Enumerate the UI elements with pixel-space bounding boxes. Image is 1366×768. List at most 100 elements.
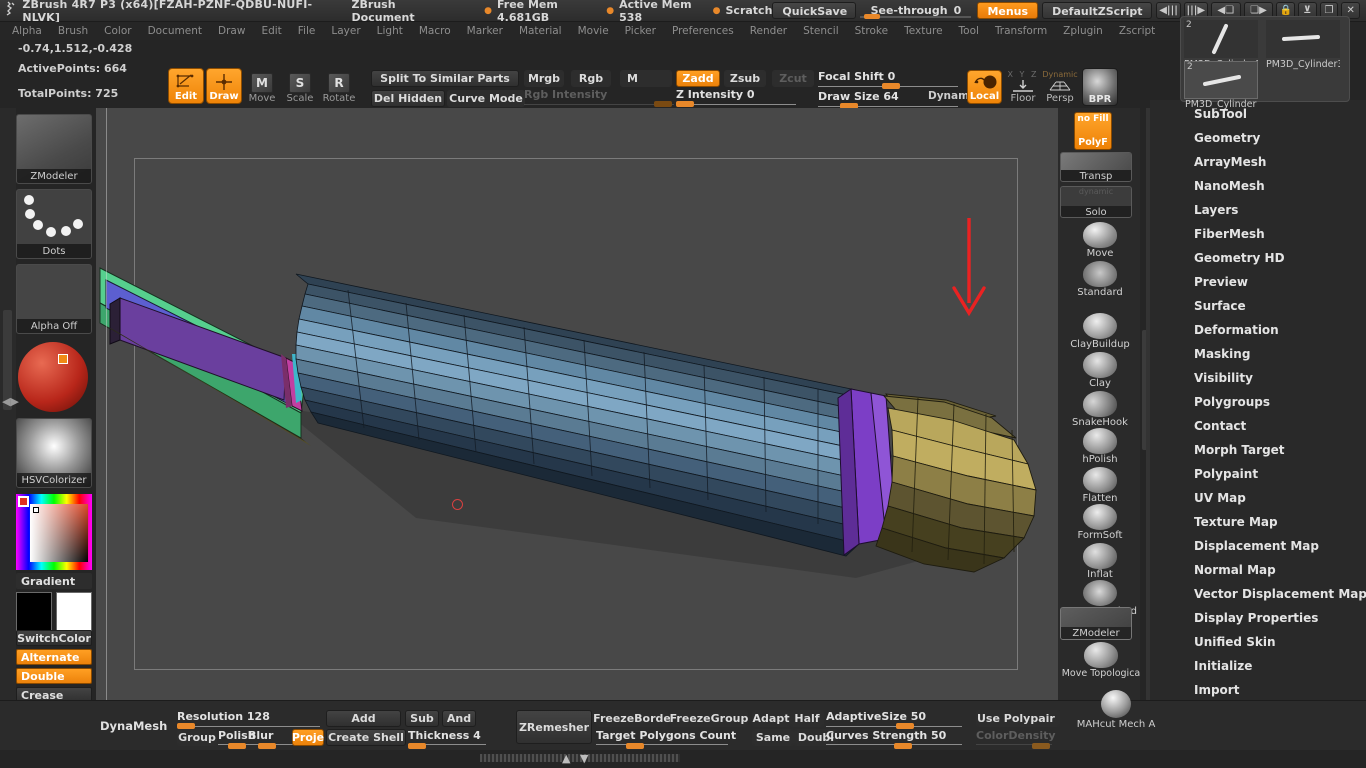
proje-button[interactable]: Proje [292, 729, 324, 746]
freezeborder-button[interactable]: FreezeBordе [596, 710, 668, 727]
tool-thumb-1[interactable]: 2 PM3D_Cylinder3 [1184, 20, 1258, 58]
color-picker[interactable] [16, 494, 92, 570]
brush-thumbnail[interactable]: ZModeler [16, 114, 92, 184]
curve-mode-button[interactable]: Curve Mode [447, 90, 525, 107]
panel-item-displacement-map[interactable]: Displacement Map [1194, 539, 1319, 553]
same-button[interactable]: Same [752, 729, 794, 746]
sub-button[interactable]: Sub [405, 710, 439, 727]
panel-item-contact[interactable]: Contact [1194, 419, 1246, 433]
gradient-button[interactable]: Gradient [16, 573, 92, 589]
panel-item-preview[interactable]: Preview [1194, 275, 1248, 289]
quicksave-button[interactable]: QuickSave [772, 2, 856, 19]
shelf-expand-arrow-icon[interactable]: ◀▶ [2, 395, 19, 408]
panel-item-visibility[interactable]: Visibility [1194, 371, 1253, 385]
adapt-button[interactable]: Adapt [752, 710, 790, 727]
del-hidden-button[interactable]: Del Hidden [371, 90, 445, 107]
adaptive-size-slider[interactable]: AdaptiveSize 50 [826, 710, 962, 727]
m-button[interactable]: M [620, 70, 672, 87]
brush-standard[interactable]: Standard [1070, 261, 1130, 298]
group-button[interactable]: Group [177, 729, 217, 746]
floor-button[interactable]: X Y Z Floor [1007, 70, 1039, 104]
material-thumbnail[interactable]: HSVColorizer [16, 418, 92, 488]
menu-item-file[interactable]: File [298, 25, 316, 37]
rgb-intensity-slider[interactable]: Rgb Intensity [524, 88, 674, 105]
panel-item-arraymesh[interactable]: ArrayMesh [1194, 155, 1266, 169]
menu-item-picker[interactable]: Picker [625, 25, 656, 37]
menu-item-transform[interactable]: Transform [995, 25, 1047, 37]
brush-claybuildup[interactable]: ClayBuildup [1070, 313, 1130, 350]
persp-button[interactable]: Dynamic Persp [1043, 70, 1077, 104]
use-polypaint-button[interactable]: Use Polypair [976, 710, 1060, 727]
edit-button[interactable]: Edit [168, 68, 204, 104]
panel-item-geometry-hd[interactable]: Geometry HD [1194, 251, 1285, 265]
see-through-slider[interactable]: See-through 0 [860, 2, 971, 19]
scroll-down-triangle-icon[interactable]: ▼ [580, 752, 588, 765]
panel-item-normal-map[interactable]: Normal Map [1194, 563, 1276, 577]
menu-item-preferences[interactable]: Preferences [672, 25, 734, 37]
bottom-scrollbar[interactable]: ▲ ▼ [480, 752, 680, 764]
focal-shift-slider[interactable]: Focal Shift 0 [818, 70, 958, 87]
viewport-canvas[interactable] [96, 108, 1058, 700]
brush-inflat[interactable]: Inflat [1070, 543, 1130, 580]
menus-button[interactable]: Menus [977, 2, 1038, 19]
rotate-button[interactable]: R Rotate [324, 70, 354, 104]
bpr-button[interactable]: BPR [1082, 68, 1118, 106]
scale-button[interactable]: S Scale [285, 70, 315, 104]
panel-item-morph-target[interactable]: Morph Target [1194, 443, 1285, 457]
brush-clay[interactable]: Clay [1070, 352, 1130, 389]
tool-thumb-2[interactable]: PM3D_Cylinder3 [1266, 20, 1340, 58]
menu-item-stencil[interactable]: Stencil [803, 25, 839, 37]
menu-item-document[interactable]: Document [148, 25, 202, 37]
add-button[interactable]: Add [326, 710, 401, 727]
panel-item-import[interactable]: Import [1194, 683, 1239, 697]
panel-item-polygroups[interactable]: Polygroups [1194, 395, 1270, 409]
brush-zmodeler[interactable]: ZModeler [1060, 607, 1132, 640]
zcut-button[interactable]: Zcut [772, 70, 814, 87]
menu-item-layer[interactable]: Layer [331, 25, 360, 37]
menu-item-zplugin[interactable]: Zplugin [1063, 25, 1103, 37]
brush-hpolish[interactable]: hPolish [1070, 428, 1130, 465]
switchcolor-button[interactable]: SwitchColor [16, 630, 92, 646]
panel-item-subtool[interactable]: SubTool [1194, 107, 1247, 121]
scroll-up-triangle-icon[interactable]: ▲ [562, 752, 570, 765]
transparency-button[interactable]: Transp [1060, 152, 1132, 182]
current-material-button[interactable]: MAHcut Mech A [1066, 690, 1166, 730]
brush-flatten[interactable]: Flatten [1070, 467, 1130, 504]
menu-item-marker[interactable]: Marker [467, 25, 503, 37]
panel-item-geometry[interactable]: Geometry [1194, 131, 1260, 145]
menu-item-movie[interactable]: Movie [578, 25, 609, 37]
brush-formsoft[interactable]: FormSoft [1070, 504, 1130, 541]
panel-item-fibermesh[interactable]: FiberMesh [1194, 227, 1265, 241]
color-density-slider[interactable]: ColorDensity [976, 729, 1052, 746]
blur-slider[interactable]: Blur [248, 729, 296, 746]
menu-item-tool[interactable]: Tool [959, 25, 979, 37]
alpha-thumbnail[interactable]: Alpha Off [16, 264, 92, 334]
polyframe-button[interactable]: no Fill PolyF [1074, 112, 1112, 150]
resolution-slider[interactable]: Resolution 128 [177, 710, 320, 727]
target-polygons-count-slider[interactable]: Target Polygons Count [596, 729, 728, 746]
stroke-thumbnail[interactable]: Dots [16, 189, 92, 259]
panel-item-uv-map[interactable]: UV Map [1194, 491, 1246, 505]
split-to-similar-parts-button[interactable]: Split To Similar Parts [371, 70, 519, 87]
menu-item-color[interactable]: Color [104, 25, 131, 37]
tool-thumb-3[interactable]: 2 PM3D_Cylinder3 [1184, 61, 1258, 99]
panel-item-layers[interactable]: Layers [1194, 203, 1238, 217]
thickness-slider[interactable]: Thickness 4 [408, 729, 486, 746]
menu-item-zscript[interactable]: Zscript [1119, 25, 1155, 37]
menu-item-alpha[interactable]: Alpha [12, 25, 42, 37]
move-button[interactable]: M Move [247, 70, 277, 104]
menu-item-render[interactable]: Render [750, 25, 787, 37]
menu-item-draw[interactable]: Draw [218, 25, 245, 37]
create-shell-button[interactable]: Create Shell [326, 729, 406, 746]
zsub-button[interactable]: Zsub [724, 70, 766, 87]
double-button[interactable]: Double [16, 668, 92, 684]
brush-move[interactable]: Move [1070, 222, 1130, 259]
zremesher-button[interactable]: ZRemesher [516, 710, 592, 744]
and-button[interactable]: And [442, 710, 476, 727]
curves-strength-slider[interactable]: Curves Strength 50 [826, 729, 962, 746]
panel-item-vector-displacement-map[interactable]: Vector Displacement Map [1194, 587, 1366, 601]
panel-item-deformation[interactable]: Deformation [1194, 323, 1279, 337]
panel-item-initialize[interactable]: Initialize [1194, 659, 1252, 673]
half-button[interactable]: Half [790, 710, 824, 727]
texture-thumbnail[interactable] [18, 342, 88, 412]
